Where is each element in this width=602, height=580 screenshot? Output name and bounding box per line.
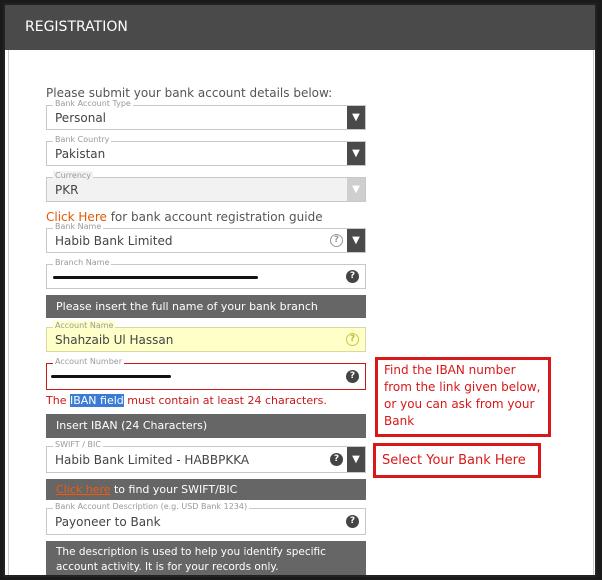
redaction-scribble xyxy=(51,375,171,378)
help-icon[interactable]: ? xyxy=(346,333,359,346)
account-type-select[interactable]: Bank Account Type Personal ▼ xyxy=(46,99,366,130)
swift-select[interactable]: SWIFT / BIC Habib Bank Limited - HABBPKK… xyxy=(46,440,366,473)
currency-value: PKR xyxy=(55,183,79,197)
page-header: REGISTRATION xyxy=(5,5,595,50)
chevron-down-icon: ▼ xyxy=(347,178,365,201)
account-name-input[interactable]: Account Name Shahzaib Ul Hassan ? xyxy=(46,321,366,352)
branch-name-label: Branch Name xyxy=(53,258,112,268)
chevron-down-icon[interactable]: ▼ xyxy=(347,229,365,252)
account-name-value: Shahzaib Ul Hassan xyxy=(55,333,174,347)
description-input[interactable]: Bank Account Description (e.g. USD Bank … xyxy=(46,502,366,535)
help-icon[interactable]: ? xyxy=(346,370,359,383)
iban-annotation: Find the IBAN number from the link given… xyxy=(375,357,551,437)
intro-text: Please submit your bank account details … xyxy=(46,86,333,100)
branch-name-input[interactable]: Branch Name ? xyxy=(46,258,366,289)
currency-label: Currency xyxy=(53,171,94,181)
iban-bar: Insert IBAN (24 Characters) xyxy=(46,414,366,438)
registration-panel: Please submit your bank account details … xyxy=(8,50,594,575)
description-value: Payoneer to Bank xyxy=(55,515,161,529)
swift-value: Habib Bank Limited - HABBPKKA xyxy=(55,453,250,467)
swift-label: SWIFT / BIC xyxy=(53,440,103,450)
chevron-down-icon[interactable]: ▼ xyxy=(347,106,365,129)
description-label: Bank Account Description (e.g. USD Bank … xyxy=(53,502,250,512)
account-number-input[interactable]: Account Number ? xyxy=(46,357,366,390)
bank-annotation: Select Your Bank Here xyxy=(373,443,541,478)
bank-name-select[interactable]: Bank Name Habib Bank Limited ? ▼ xyxy=(46,222,366,253)
page-title: REGISTRATION xyxy=(25,19,128,35)
iban-error-message: The IBAN field must contain at least 24 … xyxy=(46,394,327,407)
guide-text: for bank account registration guide xyxy=(106,210,323,224)
chevron-down-icon[interactable]: ▼ xyxy=(347,447,365,472)
currency-select: Currency PKR ▼ xyxy=(46,171,366,202)
swift-bar: Click here to find your SWIFT/BIC xyxy=(46,479,366,500)
swift-link[interactable]: Click here xyxy=(56,483,111,496)
help-icon[interactable]: ? xyxy=(330,453,343,466)
help-icon[interactable]: ? xyxy=(346,270,359,283)
account-number-label: Account Number xyxy=(53,357,124,367)
account-type-label: Bank Account Type xyxy=(53,99,133,109)
chevron-down-icon[interactable]: ▼ xyxy=(347,142,365,165)
help-icon[interactable]: ? xyxy=(330,234,343,247)
account-name-label: Account Name xyxy=(53,321,116,331)
window-frame: REGISTRATION Please submit your bank acc… xyxy=(3,3,597,577)
branch-hint-bar: Please insert the full name of your bank… xyxy=(46,295,366,318)
redaction-scribble xyxy=(53,276,258,279)
account-type-value: Personal xyxy=(55,111,107,125)
bank-name-label: Bank Name xyxy=(53,222,104,232)
iban-highlight: IBAN field xyxy=(69,394,124,407)
bank-country-value: Pakistan xyxy=(55,147,106,161)
bank-name-value: Habib Bank Limited xyxy=(55,234,173,248)
bank-country-select[interactable]: Bank Country Pakistan ▼ xyxy=(46,135,366,166)
description-hint-bar: The description is used to help you iden… xyxy=(46,541,366,575)
help-icon[interactable]: ? xyxy=(346,515,359,528)
bank-country-label: Bank Country xyxy=(53,135,112,145)
